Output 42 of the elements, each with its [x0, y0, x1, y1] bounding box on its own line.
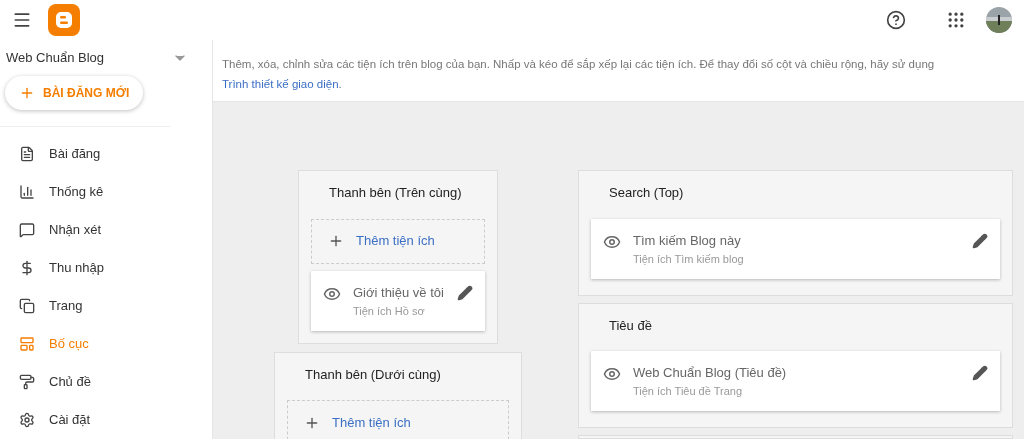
plus-icon: [19, 85, 35, 101]
widget-title: Web Chuẩn Blog (Tiêu đề): [633, 364, 788, 382]
section-title: Tiêu đề: [608, 316, 653, 335]
bar-chart-icon: [19, 184, 35, 200]
widget-card[interactable]: Giới thiệu về tôi Tiện ích Hồ sơ: [311, 270, 485, 331]
widget-type: Tiện ích Tiêu đề Trang: [633, 384, 744, 399]
add-widget-button[interactable]: Thêm tiện ích: [311, 218, 485, 264]
section-title: Thanh bên (Dưới cùng): [304, 365, 442, 384]
help-icon[interactable]: [886, 10, 906, 30]
pages-icon: [19, 298, 35, 314]
document-icon: [19, 146, 35, 162]
widget-type: Tiện ích Tìm kiếm blog: [633, 251, 745, 267]
nav-item[interactable]: Thu nhập: [0, 249, 212, 287]
plus-icon: [328, 233, 344, 249]
widget-title: Tìm kiếm Blog này: [633, 231, 742, 250]
widget-type: Tiện ích Hồ sơ: [353, 303, 426, 319]
comment-icon: [19, 222, 35, 238]
nav-item[interactable]: Nhận xét: [0, 211, 212, 249]
blog-name[interactable]: Web Chuẩn Blog: [6, 48, 105, 68]
nav-item[interactable]: Chủ đề: [0, 363, 212, 401]
add-widget-button[interactable]: Thêm tiện ích: [287, 400, 509, 439]
section-title: Search (Top): [608, 184, 685, 202]
edit-icon[interactable]: [972, 232, 988, 249]
section-title: Thanh bên (Trên cùng): [328, 184, 463, 202]
widget-card[interactable]: Tìm kiếm Blog này Tiện ích Tìm kiếm blog: [591, 218, 1000, 279]
widget-title: Giới thiệu về tôi: [353, 283, 445, 302]
theme-designer-link[interactable]: Trình thiết kế giao diện: [222, 78, 339, 90]
paint-roller-icon: [19, 374, 35, 390]
nav-item[interactable]: Trang: [0, 287, 212, 325]
widget-card[interactable]: Web Chuẩn Blog (Tiêu đề) Tiện ích Tiêu đề Trang: [591, 351, 1000, 411]
nav-item[interactable]: Cài đặt: [0, 401, 212, 439]
layout-icon: [19, 336, 35, 352]
edit-icon[interactable]: [457, 284, 473, 301]
visibility-icon[interactable]: [603, 365, 621, 383]
nav-item[interactable]: Bài đăng: [0, 135, 212, 173]
blog-logo-icon[interactable]: [48, 4, 80, 36]
apps-icon[interactable]: [946, 10, 966, 30]
settings-icon: [19, 412, 35, 428]
menu-icon[interactable]: [12, 10, 32, 30]
dollar-icon: [19, 260, 35, 276]
edit-icon[interactable]: [972, 365, 988, 381]
nav-item[interactable]: Thống kê: [0, 173, 212, 211]
